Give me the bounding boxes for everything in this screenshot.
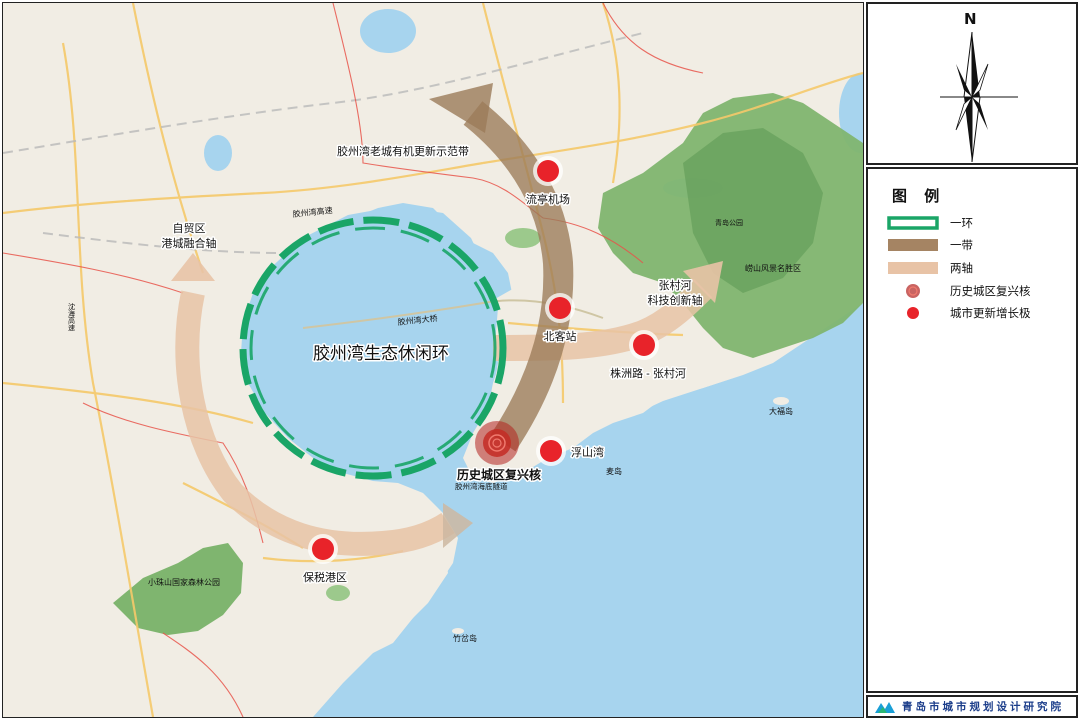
legend-item-band: 一带 xyxy=(886,235,973,255)
growth-pole-zhuzhou[interactable] xyxy=(629,330,659,360)
legend-item-growth-pole: 城市更新增长极 xyxy=(886,303,1031,323)
legend-label: 一带 xyxy=(950,238,973,252)
growth-pole-north-station[interactable] xyxy=(545,293,575,323)
green-dashed-ring-icon xyxy=(886,215,940,231)
tan-axis-icon xyxy=(886,260,940,276)
map-canvas[interactable]: 胶州湾高速 胶州湾大桥 胶州湾海底隧道 崂山风景名胜区 小珠山国家森林公园 麦岛… xyxy=(3,3,863,717)
dafudao-label: 大福岛 xyxy=(769,406,793,416)
institute-name: 青岛市城市规划设计研究院 xyxy=(902,701,1064,713)
legend-label: 历史城区复兴核 xyxy=(950,284,1031,298)
xiaozhushan-label: 小珠山国家森林公园 xyxy=(148,577,220,587)
planning-map-figure: 胶州湾高速 胶州湾大桥 胶州湾海底隧道 崂山风景名胜区 小珠山国家森林公园 麦岛… xyxy=(0,0,1080,720)
legend-label: 一环 xyxy=(950,216,973,230)
historic-core-label: 历史城区复兴核 xyxy=(457,467,541,482)
tunnel-label: 胶州湾海底隧道 xyxy=(455,481,508,491)
compass-panel: N xyxy=(866,2,1078,165)
ftz-label-line2: 港城融合轴 xyxy=(162,236,217,250)
maidao-label: 麦岛 xyxy=(606,466,622,476)
node-label-north-station: 北客站 xyxy=(544,329,577,343)
dafudao-island xyxy=(773,397,789,405)
reservoir-lake xyxy=(360,9,416,53)
legend-title: 图 例 xyxy=(892,187,946,205)
north-arrow-icon xyxy=(940,31,1018,163)
legend-label: 城市更新增长极 xyxy=(950,306,1031,320)
institute-footer: 青岛市城市规划设计研究院 xyxy=(866,695,1078,718)
side-panel: N 图 例 一环 一带 两轴 历史城区复兴核 城市更新增长极 青岛市城市规划设计… xyxy=(866,0,1080,720)
legend-item-axis: 两轴 xyxy=(886,258,973,278)
shenhai-label: 沈海高速 xyxy=(68,302,76,332)
growth-pole-fushanwan[interactable] xyxy=(536,436,566,466)
growth-pole-bonded-port[interactable] xyxy=(308,534,338,564)
historic-core-marker[interactable] xyxy=(475,421,519,465)
hill-patch xyxy=(326,585,350,601)
map-panel[interactable]: 胶州湾高速 胶州湾大桥 胶州湾海底隧道 崂山风景名胜区 小珠山国家森林公园 麦岛… xyxy=(2,2,864,718)
institute-logo-icon xyxy=(874,698,896,715)
zhangcunhe-label-line1: 张村河 xyxy=(659,278,692,292)
old-city-belt-label: 胶州湾老城有机更新示范带 xyxy=(337,144,469,158)
growth-pole-liuting[interactable] xyxy=(533,156,563,186)
growth-pole-icon xyxy=(886,305,940,321)
zhangcunhe-label-line2: 科技创新轴 xyxy=(648,293,703,307)
zhuchadao-label: 竹岔岛 xyxy=(453,633,477,643)
ring-label: 胶州湾生态休闲环 xyxy=(313,344,449,363)
node-label-zhuzhou: 株洲路 - 张村河 xyxy=(610,366,686,380)
hill-patch xyxy=(505,228,541,248)
historic-core-icon xyxy=(886,283,940,299)
node-label-liuting: 流亭机场 xyxy=(526,192,570,206)
park-label: 青岛公园 xyxy=(715,218,743,227)
zhuchadao-island xyxy=(452,628,464,634)
laoshan-label: 崂山风景名胜区 xyxy=(745,263,801,273)
ftz-label-line1: 自贸区 xyxy=(173,222,206,235)
legend-item-ring: 一环 xyxy=(886,213,973,233)
small-lake xyxy=(204,135,232,171)
node-label-bonded-port: 保税港区 xyxy=(303,570,347,584)
node-label-fushanwan: 浮山湾 xyxy=(571,445,604,459)
legend-panel: 图 例 一环 一带 两轴 历史城区复兴核 城市更新增长极 xyxy=(866,167,1078,693)
legend-item-core: 历史城区复兴核 xyxy=(886,281,1031,301)
legend-label: 两轴 xyxy=(950,261,973,275)
brown-band-icon xyxy=(886,237,940,253)
